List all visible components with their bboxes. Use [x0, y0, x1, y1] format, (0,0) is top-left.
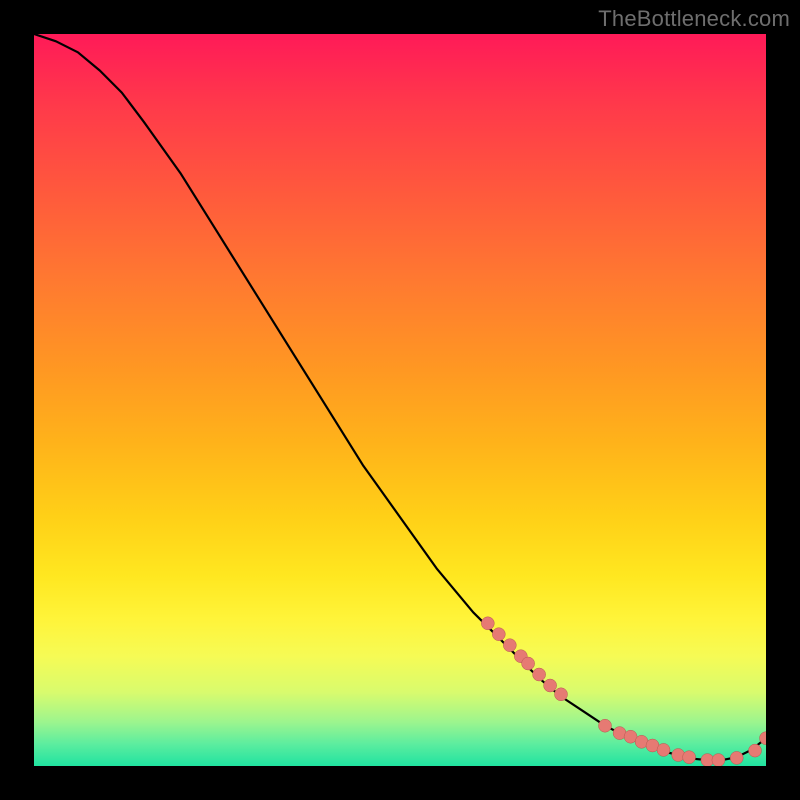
watermark-text: TheBottleneck.com	[598, 6, 790, 32]
curve-marker	[503, 639, 516, 652]
chart-overlay-svg	[34, 34, 766, 766]
plot-area	[34, 34, 766, 766]
curve-marker	[749, 744, 762, 757]
curve-marker	[657, 743, 670, 756]
curve-markers	[481, 617, 766, 766]
curve-marker	[481, 617, 494, 630]
curve-marker	[683, 751, 696, 764]
curve-marker	[555, 688, 568, 701]
chart-frame: TheBottleneck.com	[0, 0, 800, 800]
curve-marker	[522, 657, 535, 670]
curve-marker	[492, 628, 505, 641]
curve-marker	[599, 719, 612, 732]
bottleneck-curve-line	[34, 34, 766, 760]
curve-marker	[544, 679, 557, 692]
curve-marker	[533, 668, 546, 681]
curve-marker	[730, 751, 743, 764]
curve-marker	[712, 754, 725, 766]
